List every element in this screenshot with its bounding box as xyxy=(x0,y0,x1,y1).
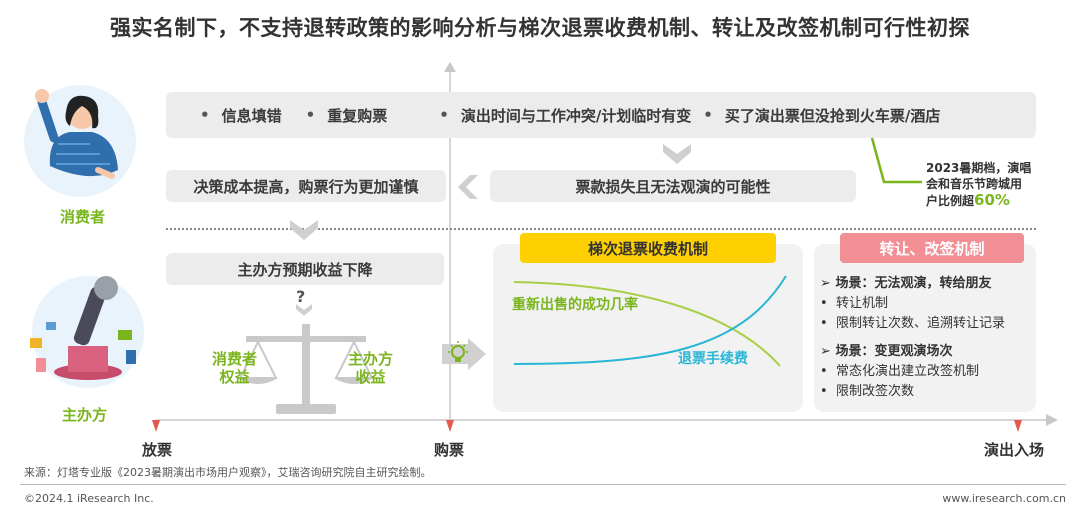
marker-entry xyxy=(1014,420,1022,432)
chevron-down-icon xyxy=(663,144,691,164)
page-title: 强实名制下，不支持退转政策的影响分析与梯次退票收费机制、转让及改签机制可行性初探 xyxy=(110,16,970,40)
organizer-label: 主办方 xyxy=(62,406,108,424)
scale-consumer-rights: 消费者 权益 xyxy=(212,350,258,386)
website: www.iresearch.com.cn xyxy=(942,492,1066,505)
list-item: • 常态化演出建立改签机制 xyxy=(820,364,979,379)
list-item: ➢ 场景：变更观演场次 xyxy=(820,344,953,359)
tiered-refund-title: 梯次退票收费机制 xyxy=(520,233,776,263)
timeline-axis xyxy=(152,414,1058,432)
reason-schedule-conflict: 演出时间与工作冲突/计划临时有变 xyxy=(460,106,692,125)
stat-value: 60% xyxy=(974,191,1010,209)
source-note: 来源：灯塔专业版《2023暑期演出市场用户观察》，艾瑞咨询研究院自主研究绘制。 xyxy=(24,466,432,479)
transfer-rebook-title: 转让、改签机制 xyxy=(840,233,1024,263)
scale-organizer-revenue: 主办方 收益 xyxy=(348,350,394,386)
axis-entry: 演出入场 xyxy=(984,441,1045,459)
reason-duplicate-purchase: 重复购票 xyxy=(327,106,388,125)
organizer-revenue-box: 主办方预期收益下降 xyxy=(166,253,444,285)
reason-no-travel-tickets: 买了演出票但没抢到火车票/酒店 xyxy=(724,106,941,125)
decision-cost-box: 决策成本提高，购票行为更加谨慎 xyxy=(166,170,446,202)
cross-city-stat: 2023暑期档，演唱 会和音乐节跨城用 户比例超60% xyxy=(926,161,1032,209)
lightbulb-arrow-icon xyxy=(442,338,486,370)
reason-wrong-info: 信息填错 xyxy=(221,106,282,125)
bullet: • xyxy=(200,106,210,124)
resale-curve-label: 重新出售的成功几率 xyxy=(512,297,638,313)
list-item: ➢ 场景：无法观演，转给朋友 xyxy=(820,276,992,291)
list-item: • 限制转让次数、追溯转让记录 xyxy=(820,316,1005,331)
bullet: • xyxy=(305,106,316,124)
axis-purchase: 购票 xyxy=(434,441,465,459)
callout-line xyxy=(870,137,922,184)
loss-possibility-box: 票款损失且无法观演的可能性 xyxy=(490,170,856,202)
list-item: • 转让机制 xyxy=(820,296,888,311)
organizer-illustration xyxy=(30,276,144,388)
consumer-illustration xyxy=(24,85,136,197)
marker-release xyxy=(152,420,160,432)
copyright: ©2024.1 iResearch Inc. xyxy=(24,492,154,505)
consumer-label: 消费者 xyxy=(60,208,106,226)
list-item: • 限制改签次数 xyxy=(820,384,914,399)
chevron-left-icon xyxy=(458,175,478,199)
marker-purchase xyxy=(446,420,454,432)
bullet: • xyxy=(439,106,449,124)
footer-divider xyxy=(20,484,1066,485)
chevron-down-icon xyxy=(290,220,318,240)
chevron-down-icon xyxy=(296,304,312,316)
fee-curve-label: 退票手续费 xyxy=(678,351,748,367)
transfer-rebook-list: ➢ 场景：无法观演，转给朋友 • 转让机制 • 限制转让次数、追溯转让记录 ➢ … xyxy=(820,274,1034,402)
refund-curves xyxy=(513,275,787,367)
axis-release: 放票 xyxy=(142,441,173,459)
trigger-reasons-bar: • 信息填错 • 重复购票 • 演出时间与工作冲突/计划临时有变 • 买了演出票… xyxy=(166,92,1036,138)
bullet: • xyxy=(703,106,713,124)
